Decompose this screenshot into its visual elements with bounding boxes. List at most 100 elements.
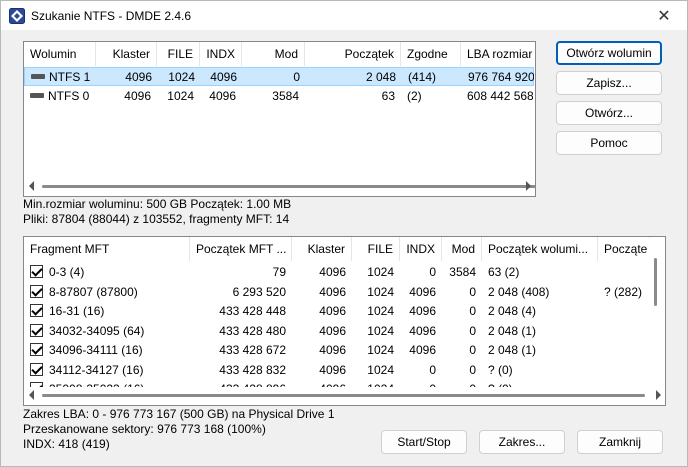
volume-list[interactable]: Wolumin Klaster FILE INDX Mod Początek Z… (23, 41, 536, 197)
cell-indx: 4096 (409, 304, 436, 318)
cell-file: 1024 (367, 343, 394, 357)
cell-start (598, 322, 650, 341)
fragment-checkbox[interactable] (30, 362, 43, 376)
fragment-row[interactable]: 34032-34095 (64) 433 428 480 4096 1024 4096 0… (24, 322, 650, 341)
drive-icon (30, 93, 44, 99)
fragment-row[interactable]: 8-87807 (87800) 6 293 520 4096 1024 4096 0 2 0… (24, 283, 650, 302)
cell-volume-start: 2 048 (1) (488, 343, 537, 357)
cell-volume-start: 2 048 (4) (488, 304, 537, 318)
cell-klaster: 4096 (319, 265, 346, 279)
cell-file: 1024 (167, 89, 194, 103)
fragment-checkbox[interactable] (30, 265, 43, 279)
cell-mft-start: 433 428 448 (219, 304, 286, 318)
cell-file: 1024 (367, 265, 394, 279)
open-button[interactable]: Otwórz... (556, 101, 662, 125)
cell-start (598, 341, 650, 360)
column-header[interactable]: Początek (598, 237, 650, 261)
fragment-checkbox[interactable] (30, 323, 43, 337)
horizontal-scrollbar[interactable] (25, 178, 535, 195)
fragment-cell: 0-3 (4) (24, 263, 190, 282)
fragment-label: 0-3 (4) (49, 265, 85, 279)
volume-list-header: Wolumin Klaster FILE INDX Mod Początek Z… (24, 42, 535, 66)
cell-mft-start: 433 428 672 (219, 343, 286, 357)
column-header[interactable]: INDX (400, 237, 442, 261)
close-dialog-button[interactable]: Zamknij (577, 430, 663, 454)
column-header[interactable]: Mod (442, 237, 482, 261)
fragment-list-header: Fragment MFT Początek MFT ... Klaster FI… (24, 237, 650, 261)
column-header[interactable]: Początek wolumi... (482, 237, 598, 261)
scrollbar-thumb[interactable] (42, 394, 645, 397)
scroll-right-icon[interactable] (526, 181, 531, 191)
fragment-checkbox[interactable] (30, 304, 43, 318)
cell-indx: 4096 (409, 323, 436, 338)
volume-row[interactable]: NTFS 0 4096 1024 4096 3584 63 (2) 608 44… (24, 87, 534, 106)
help-button[interactable]: Pomoc (556, 131, 662, 155)
horizontal-scrollbar[interactable] (25, 387, 665, 404)
scroll-left-icon[interactable] (29, 181, 34, 191)
fragment-checkbox[interactable] (30, 284, 43, 298)
cell-poczatek: 63 (381, 89, 395, 103)
app-icon (9, 8, 25, 24)
cell-start (598, 263, 650, 282)
column-header[interactable]: INDX (200, 42, 242, 66)
fragment-row[interactable]: 34112-34127 (16) 433 428 832 4096 1024 0 0 ? (… (24, 361, 650, 380)
column-header[interactable]: Wolumin (24, 42, 96, 66)
cell-file: 1024 (367, 284, 394, 299)
vertical-scrollbar[interactable] (647, 238, 664, 386)
cell-start (598, 302, 650, 321)
cell-indx: 4096 (409, 343, 436, 357)
scroll-right-icon[interactable] (656, 390, 661, 400)
column-header[interactable]: Zgodne (401, 42, 461, 66)
column-header[interactable]: FILE (157, 42, 200, 66)
cell-poczatek: 2 048 (365, 70, 396, 84)
cell-klaster: 4096 (319, 362, 346, 377)
title-bar: Szukanie NTFS - DMDE 2.4.6 ✕ (0, 0, 688, 30)
cell-zgodne: (2) (407, 89, 422, 103)
column-header[interactable]: Mod (242, 42, 305, 66)
start-stop-button[interactable]: Start/Stop (381, 430, 467, 454)
open-volume-button[interactable]: Otwórz wolumin (556, 41, 662, 65)
cell-start: ? (282) (604, 284, 643, 299)
volume-name: NTFS 0 (48, 89, 90, 103)
cell-file: 1024 (367, 323, 394, 338)
fragment-row[interactable]: 34096-34111 (16) 433 428 672 4096 1024 4096 0… (24, 341, 650, 360)
column-header[interactable]: Początek MFT ... (190, 237, 292, 261)
cell-mod: 0 (469, 304, 476, 318)
fragment-cell: 34032-34095 (64) (24, 322, 190, 341)
volume-min-size-info: Min.rozmiar woluminu: 500 GB Początek: 1… (23, 197, 292, 211)
column-header[interactable]: Klaster (292, 237, 352, 261)
drive-icon (31, 74, 45, 80)
indx-info: INDX: 418 (419) (23, 437, 110, 451)
cell-mod: 3584 (449, 265, 476, 279)
scrollbar-thumb[interactable] (654, 258, 657, 306)
fragment-checkbox[interactable] (30, 343, 43, 357)
close-window-button[interactable]: ✕ (641, 1, 687, 31)
cell-start (598, 361, 650, 380)
volume-row[interactable]: NTFS 1 4096 1024 4096 0 2 048 (414) 976 … (24, 67, 534, 86)
fragment-label: 34096-34111 (16) (49, 343, 143, 357)
range-button[interactable]: Zakres... (479, 430, 565, 454)
scroll-left-icon[interactable] (29, 390, 34, 400)
cell-indx: 0 (429, 265, 436, 279)
scrollbar-thumb[interactable] (42, 185, 535, 188)
cell-klaster: 4096 (124, 89, 151, 103)
cell-lba: 608 442 568 (467, 89, 533, 103)
fragment-row[interactable]: 0-3 (4) 79 4096 1024 0 3584 63 (2) (24, 263, 650, 282)
column-header[interactable]: Początek (305, 42, 401, 66)
files-info: Pliki: 87804 (88044) z 103552, fragmenty… (23, 212, 290, 226)
column-header[interactable]: FILE (352, 237, 400, 261)
fragment-row[interactable]: 16-31 (16) 433 428 448 4096 1024 4096 0 2 048 … (24, 302, 650, 321)
cell-indx: 4096 (210, 70, 237, 84)
column-header[interactable]: Fragment MFT (24, 237, 190, 261)
cell-indx: 4096 (409, 284, 436, 299)
fragment-cell: 8-87807 (87800) (24, 283, 190, 302)
mft-fragment-list[interactable]: Fragment MFT Początek MFT ... Klaster FI… (23, 236, 666, 406)
cell-mft-start: 433 428 480 (219, 323, 286, 338)
window-title: Szukanie NTFS - DMDE 2.4.6 (31, 9, 192, 23)
column-header[interactable]: LBA rozmiar (461, 42, 535, 66)
cell-volume-start: ? (0) (488, 362, 513, 377)
volume-name: NTFS 1 (49, 70, 91, 84)
column-header[interactable]: Klaster (96, 42, 157, 66)
cell-mft-start: 6 293 520 (232, 284, 286, 299)
save-button[interactable]: Zapisz... (556, 71, 662, 95)
